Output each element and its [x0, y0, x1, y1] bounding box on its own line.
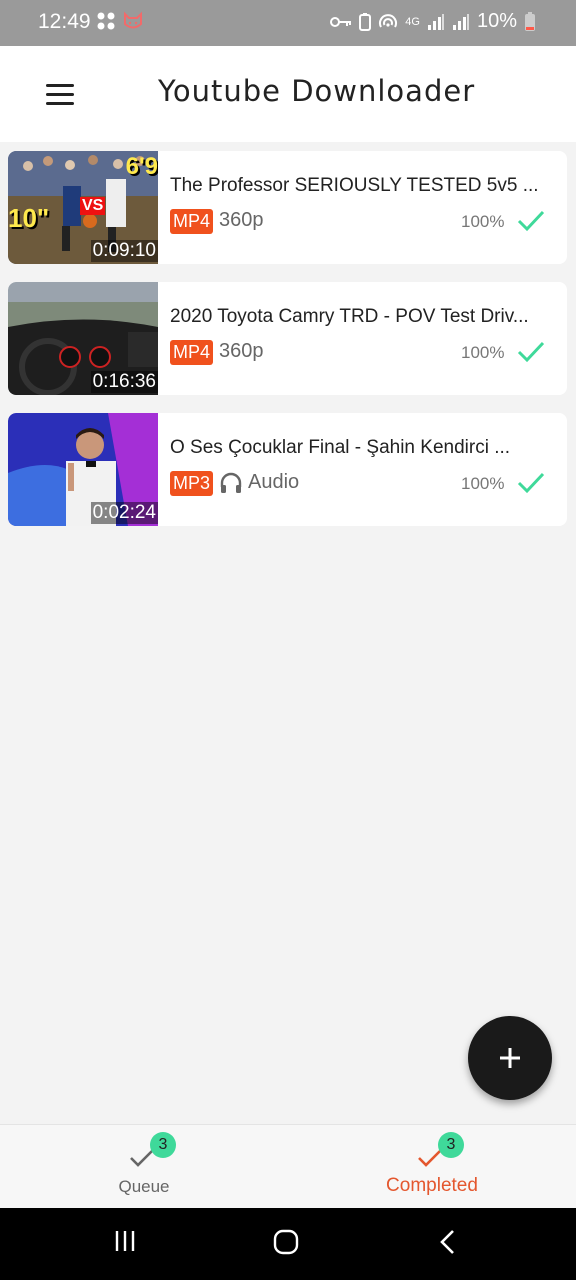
video-thumbnail: 0:02:24 [8, 413, 158, 526]
quality-text: Audio [248, 471, 300, 493]
system-navigation-bar [0, 1208, 576, 1280]
thumbnail-text-left: 10" [8, 203, 50, 233]
video-duration: 0:16:36 [90, 371, 158, 393]
page-title: Youtube Downloader [158, 74, 476, 108]
quality-label: Audio [219, 471, 299, 494]
video-thumbnail: 0:16:36 [8, 282, 158, 395]
progress-percent: 100% [461, 474, 505, 493]
quality-label: 360p [219, 209, 264, 232]
signal-icon-2 [452, 13, 469, 30]
download-item[interactable]: 0:16:36 2020 Toyota Camry TRD - POV Test… [8, 282, 567, 395]
download-list: 10" 6'9 VS 0:09:10 The Professor SERIOUS… [8, 151, 567, 544]
tab-queue-label: Queue [118, 1177, 170, 1196]
signal-icon [427, 13, 444, 30]
add-download-button[interactable] [468, 1016, 552, 1100]
video-title: The Professor SERIOUSLY TESTED 5v5 ... [170, 175, 539, 196]
back-icon[interactable] [436, 1228, 460, 1256]
app-bar: Youtube Downloader [0, 46, 576, 142]
check-icon [517, 341, 545, 363]
completed-count-badge: 3 [438, 1132, 464, 1158]
check-icon [517, 472, 545, 494]
video-title: 2020 Toyota Camry TRD - POV Test Driv... [170, 306, 529, 327]
thumbnail-text-vs: VS [80, 197, 106, 215]
quality-text: 360p [219, 209, 264, 231]
download-item[interactable]: 10" 6'9 VS 0:09:10 The Professor SERIOUS… [8, 151, 567, 264]
tab-queue[interactable]: 3 Queue [0, 1125, 288, 1209]
video-duration: 0:02:24 [90, 502, 158, 524]
home-icon[interactable] [272, 1228, 300, 1256]
quality-text: 360p [219, 340, 264, 362]
video-thumbnail: 10" 6'9 VS 0:09:10 [8, 151, 158, 264]
check-icon [517, 210, 545, 232]
format-badge: MP4 [170, 209, 214, 234]
network-type-label: 4G [405, 15, 420, 28]
download-item[interactable]: 0:02:24 O Ses Çocuklar Final - Şahin Ken… [8, 413, 567, 526]
hamburger-menu-icon[interactable] [38, 76, 82, 112]
queue-count-badge: 3 [150, 1132, 176, 1158]
bottom-navigation: 3 Queue 3 Completed [0, 1124, 576, 1208]
hotspot-icon [379, 13, 398, 27]
app-grid-icon [97, 12, 115, 30]
status-time: 12:49 [38, 10, 91, 33]
format-badge: MP4 [170, 340, 214, 365]
headphones-icon [220, 472, 242, 493]
battery-saver-icon [359, 12, 372, 31]
system-indicators: 4G 10% [330, 10, 536, 33]
tab-completed[interactable]: 3 Completed [288, 1125, 576, 1209]
status-bar: 12:49 4G 10% [0, 0, 576, 46]
cat-face-icon [124, 11, 142, 29]
battery-low-icon [525, 11, 535, 31]
format-badge: MP3 [170, 471, 214, 496]
progress-percent: 100% [461, 212, 505, 231]
video-duration: 0:09:10 [90, 240, 158, 262]
notification-icons [96, 11, 144, 31]
quality-label: 360p [219, 340, 264, 363]
progress-percent: 100% [461, 343, 505, 362]
plus-icon [500, 1048, 520, 1068]
video-title: O Ses Çocuklar Final - Şahin Kendirci ..… [170, 437, 511, 458]
battery-percent: 10% [476, 10, 517, 32]
thumbnail-text-right: 6'9 [125, 153, 158, 180]
recent-apps-icon[interactable] [112, 1228, 138, 1254]
vpn-key-icon [330, 16, 352, 27]
tab-completed-label: Completed [386, 1175, 478, 1196]
